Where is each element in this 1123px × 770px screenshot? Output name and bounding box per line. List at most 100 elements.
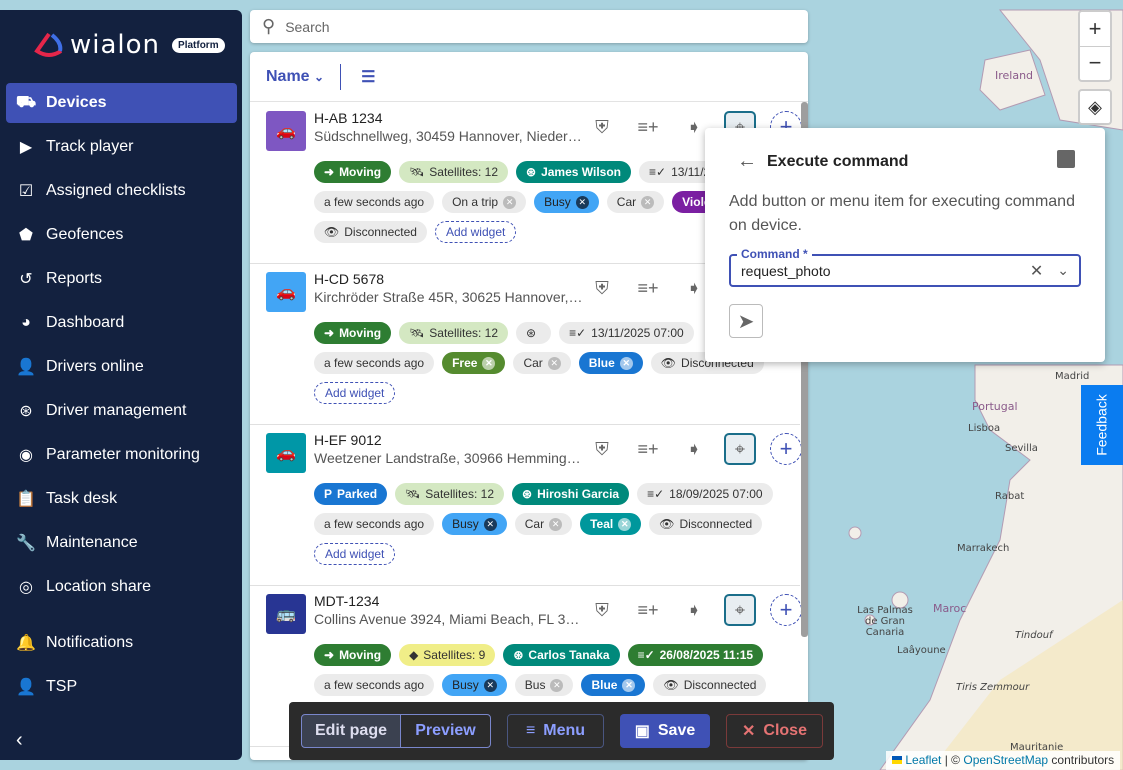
remove-chip-icon[interactable]: ✕ xyxy=(618,517,632,531)
bus-icon: 🚌 xyxy=(266,594,306,634)
feedback-label: Feedback xyxy=(1094,394,1111,456)
status-chip: Blue ✕ xyxy=(578,352,643,374)
chip-icon: ⊛ xyxy=(526,165,537,179)
search-placeholder: Search xyxy=(285,18,330,35)
sidebar-item-reports[interactable]: ↺ Reports xyxy=(6,259,237,299)
sidebar-item-label: Notifications xyxy=(46,634,134,651)
chip-icon: 🛰 xyxy=(409,165,425,179)
chip-label: Busy xyxy=(544,195,571,209)
menu-button[interactable]: ≡ Menu xyxy=(507,714,604,748)
sidebar-item-location-share[interactable]: ◎ Location share xyxy=(6,567,237,607)
close-button[interactable]: ✕ Close xyxy=(726,714,823,748)
status-chip: 👁 Disconnected xyxy=(314,221,427,243)
chip-icon: ≡✓ xyxy=(637,648,655,662)
sidebar-item-drivers-online[interactable]: 👤 Drivers online xyxy=(6,347,237,387)
clear-icon[interactable]: ✕ xyxy=(1030,261,1043,281)
geofence-shield-icon[interactable]: ⛨ xyxy=(586,433,618,465)
send-command-button[interactable]: ➤ xyxy=(729,304,763,338)
tag-icon[interactable]: ➧ xyxy=(678,594,710,626)
tag-icon[interactable]: ➧ xyxy=(678,433,710,465)
status-chip: ≡✓ 18/09/2025 07:00 xyxy=(637,483,773,505)
add-widget-button[interactable]: Add widget xyxy=(434,221,517,243)
chevron-left-icon: ‹ xyxy=(16,728,23,751)
chip-label: 26/08/2025 11:15 xyxy=(659,648,754,662)
map-label: Las Palmas de Gran Canaria xyxy=(857,605,913,638)
chip-label: Add widget xyxy=(325,547,385,561)
geofence-shield-icon[interactable]: ⛨ xyxy=(586,111,618,143)
add-widget-button[interactable]: Add widget xyxy=(314,543,396,565)
search-input[interactable]: ⚲ Search xyxy=(250,10,808,43)
chip-label: James Wilson xyxy=(541,165,621,179)
remove-chip-icon[interactable]: ✕ xyxy=(575,195,589,209)
sidebar-item-notifications[interactable]: 🔔 Notifications xyxy=(6,623,237,663)
back-arrow-icon[interactable]: ← xyxy=(737,150,757,173)
sidebar-item-parameter-monitoring[interactable]: ◉ Parameter monitoring xyxy=(6,435,237,475)
device-address: Kirchröder Straße 45R, 30625 Hannover, N… xyxy=(314,289,584,305)
sidebar-item-task-desk[interactable]: 📋 Task desk xyxy=(6,479,237,519)
add-action-button[interactable]: + xyxy=(770,433,802,465)
map-label: Rabat xyxy=(995,491,1025,502)
sidebar-item-label: Reports xyxy=(46,270,103,287)
sidebar-item-driver-management[interactable]: ⊛ Driver management xyxy=(6,391,237,431)
remove-chip-icon[interactable]: ✕ xyxy=(547,356,561,370)
sidebar-item-label: Drivers online xyxy=(46,358,144,375)
save-icon[interactable] xyxy=(1057,150,1075,168)
sidebar-item-track-player[interactable]: ▶ Track player xyxy=(6,127,237,167)
sort-by-name-dropdown[interactable]: Name ⌄ xyxy=(266,68,324,86)
remove-chip-icon[interactable]: ✕ xyxy=(483,517,497,531)
remove-chip-icon[interactable]: ✕ xyxy=(549,517,563,531)
status-chip: On a trip ✕ xyxy=(442,191,527,213)
status-chip: a few seconds ago xyxy=(314,191,435,213)
chip-label: Moving xyxy=(339,326,382,340)
add-to-list-icon[interactable]: ≡+ xyxy=(632,272,664,304)
add-to-list-icon[interactable]: ≡+ xyxy=(632,433,664,465)
sort-order-icon[interactable]: ☰ xyxy=(361,67,375,87)
status-chip: ➜ Moving xyxy=(314,161,392,183)
feedback-button[interactable]: Feedback xyxy=(1081,385,1123,465)
chip-label: Disconnected xyxy=(683,678,757,692)
osm-link[interactable]: OpenStreetMap xyxy=(963,753,1048,767)
remove-chip-icon[interactable]: ✕ xyxy=(619,356,633,370)
add-widget-button[interactable]: Add widget xyxy=(314,382,396,404)
car-icon: 🚗 xyxy=(266,111,306,151)
geofence-shield-icon[interactable]: ⛨ xyxy=(586,594,618,626)
add-to-list-icon[interactable]: ≡+ xyxy=(632,111,664,143)
edit-page-button[interactable]: Edit page xyxy=(301,714,401,748)
device-address: Collins Avenue 3924, Miami Beach, FL 331… xyxy=(314,611,584,627)
zoom-out-button[interactable]: − xyxy=(1089,46,1102,80)
remove-chip-icon[interactable]: ✕ xyxy=(503,195,517,209)
sidebar-item-dashboard[interactable]: ◕ Dashboard xyxy=(6,303,237,343)
remove-chip-icon[interactable]: ✕ xyxy=(482,356,496,370)
zoom-in-button[interactable]: + xyxy=(1089,12,1102,46)
chip-label: Bus xyxy=(524,678,546,692)
geofence-shield-icon[interactable]: ⛨ xyxy=(586,272,618,304)
status-chip: 👁 Disconnected xyxy=(649,513,763,535)
status-chip: 👁 Disconnected xyxy=(653,674,767,696)
add-action-button[interactable]: + xyxy=(770,594,802,626)
preview-button[interactable]: Preview xyxy=(400,714,491,748)
locate-button[interactable]: ⌖ xyxy=(724,433,756,465)
device-card[interactable]: 🚗 H-EF 9012 Weetzener Landstraße, 30966 … xyxy=(250,425,802,586)
chip-label: Disconnected xyxy=(679,517,753,531)
location-share-icon: ◎ xyxy=(19,579,33,596)
play-icon: ▶ xyxy=(19,139,33,156)
chip-icon: 👁 xyxy=(324,225,340,239)
layers-button[interactable]: ◈ xyxy=(1078,89,1112,125)
remove-chip-icon[interactable]: ✕ xyxy=(483,678,497,692)
leaflet-link[interactable]: Leaflet xyxy=(892,753,941,767)
add-to-list-icon[interactable]: ≡+ xyxy=(632,594,664,626)
sidebar-item-geofences[interactable]: ⬟ Geofences xyxy=(6,215,237,255)
remove-chip-icon[interactable]: ✕ xyxy=(622,678,636,692)
locate-button[interactable]: ⌖ xyxy=(724,594,756,626)
collapse-sidebar-button[interactable]: ‹ xyxy=(6,720,237,760)
sidebar-item-devices[interactable]: ⛟ Devices xyxy=(6,83,237,123)
sidebar-item-assigned-checklists[interactable]: ☑ Assigned checklists xyxy=(6,171,237,211)
map-label: Tindouf xyxy=(1015,630,1053,641)
save-button[interactable]: ▣ Save xyxy=(620,714,710,748)
remove-chip-icon[interactable]: ✕ xyxy=(641,195,655,209)
sidebar-item-maintenance[interactable]: 🔧 Maintenance xyxy=(6,523,237,563)
sidebar-item-tsp[interactable]: 👤 TSP xyxy=(6,667,237,707)
remove-chip-icon[interactable]: ✕ xyxy=(550,678,564,692)
chevron-down-icon[interactable]: ⌄ xyxy=(1057,262,1069,279)
logo-icon xyxy=(34,32,63,57)
